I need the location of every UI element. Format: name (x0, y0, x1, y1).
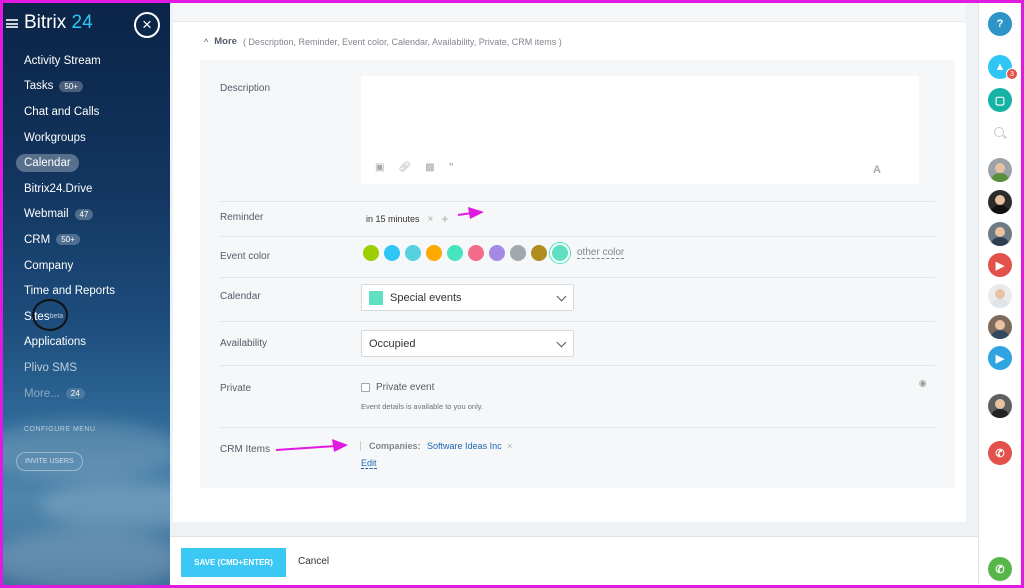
phone-icon[interactable]: ✆ (988, 441, 1012, 465)
call-phone-icon[interactable]: ✆ (988, 557, 1012, 581)
calendar-select[interactable]: Special events (361, 284, 574, 311)
remove-company-icon[interactable]: × (507, 441, 512, 451)
private-event-hint: Event details is available to you only. (361, 402, 484, 411)
chevron-up-icon: ^ (204, 36, 209, 47)
crm-items-label: CRM Items (220, 444, 270, 455)
availability-label: Availability (220, 338, 268, 349)
event-form-card: ^ More ( Description, Reminder, Event co… (173, 0, 966, 522)
configure-menu-link[interactable]: CONFIGURE MENU (24, 426, 96, 433)
sidebar-item-drive[interactable]: Bitrix24.Drive (0, 176, 170, 202)
private-event-checkbox[interactable] (361, 383, 370, 392)
sidebar-item-tasks[interactable]: Tasks 50+ (0, 74, 170, 100)
description-label: Description (220, 83, 271, 94)
color-swatch[interactable] (510, 245, 526, 261)
counter-badge: 50+ (59, 80, 83, 92)
right-sidebar: ? ▲ 3 ▢ ▶ ▶ ✆ ✆ (978, 0, 1024, 588)
event-color-label: Event color (220, 251, 271, 262)
contact-avatar[interactable] (988, 315, 1012, 339)
sidebar-item-company[interactable]: Company (0, 253, 170, 279)
crm-company-link[interactable]: Software Ideas Inc (427, 441, 502, 451)
availability-select[interactable]: Occupied (361, 330, 574, 357)
reminder-label: Reminder (220, 212, 264, 223)
crm-companies-label: Companies: (369, 441, 421, 451)
notification-count-badge: 3 (1006, 68, 1018, 80)
menu-icon[interactable] (6, 18, 18, 28)
contact-avatar[interactable] (988, 394, 1012, 418)
color-swatch[interactable] (363, 245, 379, 261)
main-area: ^ More ( Description, Reminder, Event co… (170, 0, 978, 588)
sidebar-item-calendar[interactable]: Calendar (0, 150, 170, 176)
sidebar-item-workgroups[interactable]: Workgroups (0, 125, 170, 151)
more-panel: Description ▣ 🔗︎ ▩ ” A Reminder in 15 mi… (200, 60, 955, 488)
brand-logo[interactable]: Bitrix 24 (6, 12, 93, 34)
color-swatch[interactable] (384, 245, 400, 261)
image-icon[interactable]: ▣ (375, 162, 384, 173)
contact-avatar[interactable] (988, 158, 1012, 182)
sidebar-item-webmail[interactable]: Webmail 47 (0, 202, 170, 228)
cancel-button[interactable]: Cancel (298, 556, 329, 567)
crm-edit-link[interactable]: Edit (361, 458, 377, 469)
megaphone-icon[interactable]: ▶ (988, 346, 1012, 370)
sidebar-item-chat-and-calls[interactable]: Chat and Calls (0, 99, 170, 125)
video-icon[interactable]: ▩ (425, 162, 434, 173)
remove-reminder-icon[interactable]: × (428, 214, 434, 225)
chevron-down-icon (556, 291, 567, 302)
brand-number: 24 (71, 12, 93, 33)
color-swatch[interactable] (489, 245, 505, 261)
color-swatch-selected[interactable] (552, 245, 568, 261)
more-toggle[interactable]: ^ More ( Description, Reminder, Event co… (204, 36, 562, 47)
chevron-down-icon (556, 337, 567, 348)
more-sections-list: ( Description, Reminder, Event color, Ca… (242, 36, 562, 47)
sidebar-item-time-and-reports[interactable]: Time and Reports (0, 278, 170, 304)
form-footer: SAVE (CMD+ENTER) Cancel (170, 536, 978, 588)
sidebar-item-applications[interactable]: Applications (0, 330, 170, 356)
link-icon[interactable]: 🔗︎ (398, 162, 411, 173)
private-label: Private (220, 383, 252, 394)
contact-avatar[interactable] (988, 190, 1012, 214)
private-event-checkbox-row[interactable]: Private event (361, 382, 434, 393)
brand-name: Bitrix (24, 12, 67, 33)
color-swatch[interactable] (447, 245, 463, 261)
search-icon[interactable] (994, 127, 1004, 137)
calendar-color-swatch (369, 290, 383, 305)
calendar-label: Calendar (220, 291, 261, 302)
editor-toolbar: ▣ 🔗︎ ▩ ” (375, 162, 454, 173)
contact-avatar[interactable] (988, 284, 1012, 308)
color-picker: other color (363, 245, 625, 261)
megaphone-icon[interactable]: ▶ (988, 253, 1012, 277)
color-swatch[interactable] (468, 245, 484, 261)
sidebar-item-crm[interactable]: CRM 50+ (0, 227, 170, 253)
color-swatch[interactable] (426, 245, 442, 261)
crm-items: Companies: Software Ideas Inc × (360, 441, 512, 451)
close-icon[interactable]: × (134, 12, 160, 38)
other-color-link[interactable]: other color (577, 247, 625, 259)
availability-select-value: Occupied (369, 337, 416, 350)
reminder-value[interactable]: in 15 minutes (366, 214, 420, 224)
counter-badge: 47 (74, 208, 94, 220)
counter-badge: 24 (65, 388, 85, 400)
annotation-circle (32, 299, 68, 331)
invite-users-button[interactable]: INVITE USERS (16, 452, 83, 471)
sidebar-item-sites[interactable]: Sites beta (0, 304, 170, 330)
save-button[interactable]: SAVE (CMD+ENTER) (181, 548, 286, 577)
description-editor[interactable]: ▣ 🔗︎ ▩ ” A (361, 76, 919, 184)
left-sidebar: Bitrix 24 × Activity Stream Tasks 50+ Cha… (0, 0, 170, 588)
reminder-list: in 15 minutes × + (366, 212, 448, 226)
quote-icon[interactable]: ” (449, 162, 454, 173)
font-format-icon[interactable]: A (873, 164, 881, 176)
sidebar-menu: Activity Stream Tasks 50+ Chat and Calls … (0, 48, 170, 406)
messenger-icon[interactable]: ▢ (988, 88, 1012, 112)
calendar-select-value: Special events (390, 291, 462, 304)
contact-avatar[interactable] (988, 222, 1012, 246)
add-reminder-icon[interactable]: + (441, 212, 448, 226)
private-event-checkbox-label: Private event (376, 382, 435, 393)
pin-icon[interactable]: ◉ (916, 377, 930, 390)
color-swatch[interactable] (531, 245, 547, 261)
help-icon[interactable]: ? (988, 12, 1012, 36)
counter-badge: 50+ (56, 234, 80, 246)
sidebar-item-more[interactable]: More... 24 (0, 381, 170, 407)
color-swatch[interactable] (405, 245, 421, 261)
sidebar-item-activity-stream[interactable]: Activity Stream (0, 48, 170, 74)
sidebar-item-plivo-sms[interactable]: Plivo SMS (0, 355, 170, 381)
